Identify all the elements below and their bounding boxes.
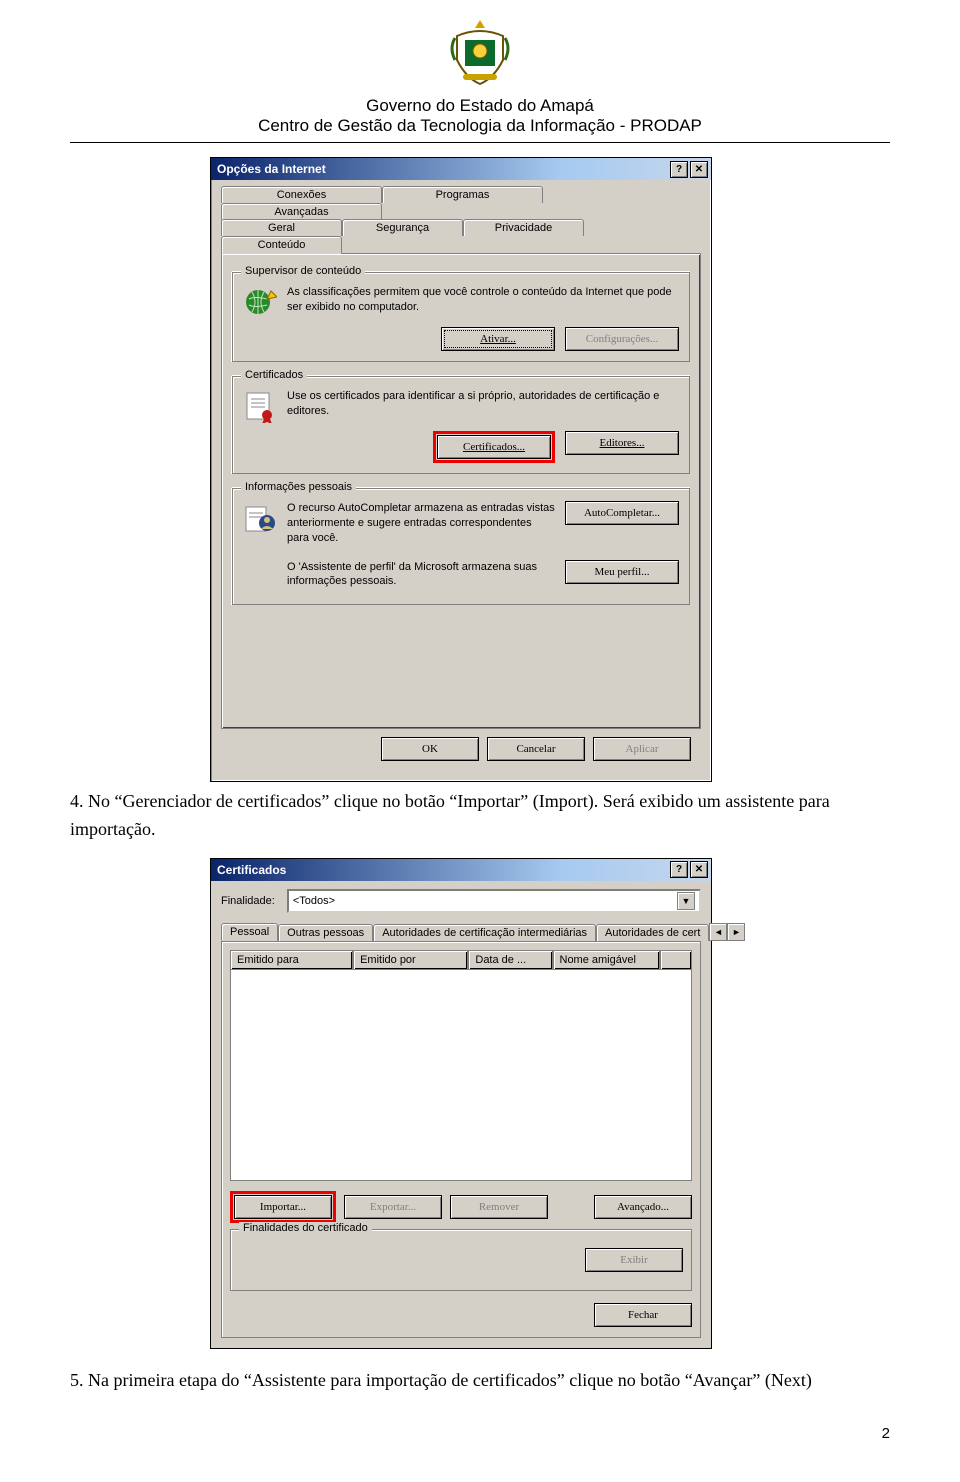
close-button[interactable]: ✕ <box>690 861 708 878</box>
certificates-text: Use os certificados para identificar a s… <box>287 389 679 419</box>
chevron-right-icon[interactable]: ► <box>727 923 745 941</box>
tab-advanced[interactable]: Avançadas <box>221 203 382 220</box>
certificates-dialog: Certificados ? ✕ Finalidade: <Todos> ▼ P… <box>210 858 712 1349</box>
step-5-text: 5. Na primeira etapa do “Assistente para… <box>70 1367 890 1395</box>
tab-programs[interactable]: Programas <box>382 186 543 203</box>
group-supervisor-legend: Supervisor de conteúdo <box>241 265 365 277</box>
supervisor-text: As classificações permitem que você cont… <box>287 285 679 315</box>
group-personal-legend: Informações pessoais <box>241 481 356 493</box>
profile-text: O 'Assistente de perfil' da Microsoft ar… <box>287 560 555 590</box>
titlebar[interactable]: Opções da Internet ? ✕ <box>211 158 711 180</box>
globe-icon <box>243 285 277 319</box>
tab-trusted-ca[interactable]: Autoridades de cert <box>596 924 709 941</box>
certificate-list-pane: Emitido para Emitido por Data de ... Nom… <box>221 941 701 1338</box>
certificates-button[interactable]: Certificados... <box>437 435 551 459</box>
dialog-footer: OK Cancelar Aplicar <box>221 729 701 771</box>
import-button-highlight: Importar... <box>230 1191 336 1223</box>
col-spacer <box>660 950 692 970</box>
tab-personal[interactable]: Pessoal <box>221 923 278 941</box>
help-button[interactable]: ? <box>670 161 688 178</box>
group-cert-purposes: Finalidades do certificado Exibir <box>230 1229 692 1291</box>
group-certificates: Certificados Use os certificados para id… <box>232 376 690 474</box>
tab-other-people[interactable]: Outras pessoas <box>278 924 373 941</box>
page-header: Governo do Estado do Amapá Centro de Ges… <box>70 18 890 136</box>
tab-general[interactable]: Geral <box>221 219 342 236</box>
close-dialog-button[interactable]: Fechar <box>594 1303 692 1327</box>
titlebar[interactable]: Certificados ? ✕ <box>211 859 711 881</box>
tab-intermediate-ca[interactable]: Autoridades de certificação intermediári… <box>373 924 596 941</box>
help-button[interactable]: ? <box>670 861 688 878</box>
advanced-button[interactable]: Avançado... <box>594 1195 692 1219</box>
divider <box>70 142 890 143</box>
purpose-combobox[interactable]: <Todos> ▼ <box>287 889 701 913</box>
tab-row-bottom: Geral Segurança Privacidade Conteúdo <box>221 219 701 254</box>
purpose-label: Finalidade: <box>221 895 275 907</box>
tab-row-top: Conexões Programas Avançadas <box>221 186 701 220</box>
export-button: Exportar... <box>344 1195 442 1219</box>
group-certificates-legend: Certificados <box>241 369 307 381</box>
group-cert-purposes-legend: Finalidades do certificado <box>239 1222 372 1234</box>
tab-privacy[interactable]: Privacidade <box>463 219 584 236</box>
settings-button: Configurações... <box>565 327 679 351</box>
tab-security[interactable]: Segurança <box>342 219 463 236</box>
tab-content[interactable]: Conteúdo <box>221 236 342 254</box>
tab-connections[interactable]: Conexões <box>221 186 382 203</box>
crest-icon <box>445 18 515 88</box>
header-line1: Governo do Estado do Amapá <box>70 96 890 116</box>
import-button[interactable]: Importar... <box>234 1195 332 1219</box>
header-line2: Centro de Gestão da Tecnologia da Inform… <box>70 116 890 136</box>
chevron-down-icon[interactable]: ▼ <box>677 892 695 910</box>
profile-button[interactable]: Meu perfil... <box>565 560 679 584</box>
purpose-value: <Todos> <box>293 895 335 907</box>
close-button[interactable]: ✕ <box>690 161 708 178</box>
group-personal: Informações pessoais O recurso AutoCompl… <box>232 488 690 605</box>
cancel-button[interactable]: Cancelar <box>487 737 585 761</box>
autocomplete-icon <box>243 501 277 535</box>
autocomplete-button[interactable]: AutoCompletar... <box>565 501 679 525</box>
tab-scroll[interactable]: ◄► <box>709 923 745 941</box>
group-supervisor: Supervisor de conteúdo As classificações… <box>232 272 690 362</box>
col-issued-to[interactable]: Emitido para <box>230 950 353 970</box>
step-4-text: 4. No “Gerenciador de certificados” cliq… <box>70 788 890 844</box>
publishers-button[interactable]: Editores... <box>565 431 679 455</box>
ok-button[interactable]: OK <box>381 737 479 761</box>
enable-button[interactable]: Ativar... <box>441 327 555 351</box>
col-friendly-name[interactable]: Nome amigável <box>553 950 661 970</box>
apply-button: Aplicar <box>593 737 691 761</box>
remove-button: Remover <box>450 1195 548 1219</box>
view-button: Exibir <box>585 1248 683 1272</box>
tabsheet-content: Supervisor de conteúdo As classificações… <box>221 253 701 729</box>
cert-tabs: Pessoal Outras pessoas Autoridades de ce… <box>221 923 701 941</box>
certificates-button-highlight: Certificados... <box>433 431 555 463</box>
internet-options-dialog: Opções da Internet ? ✕ Conexões Programa… <box>210 157 712 782</box>
dialog-title: Opções da Internet <box>214 162 668 176</box>
certificate-icon <box>243 389 277 423</box>
spacer-icon <box>243 560 277 594</box>
dialog-title: Certificados <box>214 863 668 877</box>
certificate-list[interactable] <box>230 970 692 1181</box>
list-header: Emitido para Emitido por Data de ... Nom… <box>230 950 692 970</box>
col-issued-by[interactable]: Emitido por <box>353 950 468 970</box>
autocomplete-text: O recurso AutoCompletar armazena as entr… <box>287 501 555 546</box>
chevron-left-icon[interactable]: ◄ <box>709 923 727 941</box>
col-date[interactable]: Data de ... <box>468 950 552 970</box>
page-number: 2 <box>70 1425 890 1442</box>
